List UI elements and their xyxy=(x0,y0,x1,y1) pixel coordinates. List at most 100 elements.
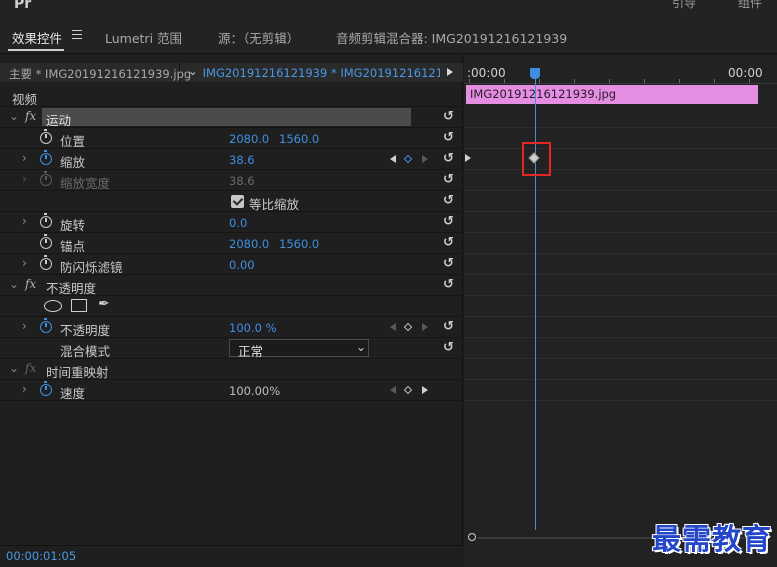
next-keyframe-icon[interactable] xyxy=(422,155,428,163)
motion-highlight-bar[interactable] xyxy=(42,108,411,126)
anchor-x-value[interactable]: 2080.0 xyxy=(229,237,269,251)
fx-icon[interactable]: fx xyxy=(25,277,36,291)
stopwatch-icon[interactable] xyxy=(40,234,52,249)
chevron-right-icon[interactable]: › xyxy=(22,382,27,396)
workspace-guide[interactable]: 引导 xyxy=(672,0,696,11)
add-keyframe-icon[interactable] xyxy=(403,385,413,395)
effect-opacity-row[interactable]: ⌄ fx 不透明度 ↺ xyxy=(0,275,463,296)
opacity-value[interactable]: 100.0 % xyxy=(229,321,277,335)
uniform-scale-label: 等比缩放 xyxy=(249,197,300,212)
chevron-right-icon: › xyxy=(22,172,27,186)
show-timeline-icon[interactable] xyxy=(447,68,453,76)
reset-icon[interactable]: ↺ xyxy=(443,151,454,166)
chevron-right-icon[interactable]: › xyxy=(22,151,27,165)
rectangle-mask-icon[interactable] xyxy=(71,299,87,312)
chevron-down-icon: ⌄ xyxy=(356,340,367,354)
ruler-tick xyxy=(574,79,575,83)
effect-motion-row[interactable]: ⌄ fx 运动 ↺ xyxy=(0,107,463,128)
add-keyframe-icon[interactable] xyxy=(403,154,413,164)
ellipse-mask-icon[interactable] xyxy=(44,300,62,312)
next-keyframe-icon[interactable] xyxy=(422,323,428,331)
reset-icon[interactable]: ↺ xyxy=(443,193,454,208)
property-opacity-row: › 不透明度 100.0 % ↺ xyxy=(0,317,463,338)
add-keyframe-icon[interactable] xyxy=(403,322,413,332)
timeline-row xyxy=(464,233,777,254)
top-strip: Pr 引导 组件 xyxy=(0,0,777,18)
stopwatch-icon[interactable] xyxy=(40,129,52,144)
reset-icon[interactable]: ↺ xyxy=(443,340,454,355)
anchor-y-value[interactable]: 1560.0 xyxy=(279,237,319,251)
stopwatch-active-icon[interactable] xyxy=(40,318,52,333)
current-timecode[interactable]: 00:00:01:05 xyxy=(6,549,76,563)
timeline-row xyxy=(464,170,777,191)
time-ruler[interactable]: :00:00 00:00 xyxy=(464,63,777,84)
property-position-row: 位置 2080.0 1560.0 ↺ xyxy=(0,128,463,149)
scale-value[interactable]: 38.6 xyxy=(229,153,255,167)
clip-bar[interactable]: IMG20191216121939.jpg xyxy=(466,85,758,104)
flicker-value[interactable]: 0.00 xyxy=(229,258,255,272)
zoom-handle[interactable] xyxy=(468,533,476,541)
chevron-right-icon[interactable]: › xyxy=(22,214,27,228)
stopwatch-icon[interactable] xyxy=(40,255,52,270)
position-y-value[interactable]: 1560.0 xyxy=(279,132,319,146)
tab-source[interactable]: 源：（无剪辑） xyxy=(218,28,299,47)
tab-audio-clip-mixer[interactable]: 音频剪辑混合器: IMG20191216121939 xyxy=(336,28,567,47)
reset-icon[interactable]: ↺ xyxy=(443,172,454,187)
effect-controls-panel: 主要 * IMG20191216121939.jpg IMG2019121612… xyxy=(0,55,463,545)
chevron-right-icon[interactable]: › xyxy=(22,256,27,270)
effect-time-remap-row[interactable]: ⌄ fx 时间重映射 xyxy=(0,359,463,380)
property-flicker-label: 防闪烁滤镜 xyxy=(60,260,123,275)
blend-mode-select[interactable]: 正常 ⌄ xyxy=(229,339,369,359)
reset-icon[interactable]: ↺ xyxy=(443,109,454,124)
ruler-start-timecode: :00:00 xyxy=(467,66,506,80)
app-logo: Pr xyxy=(14,0,32,12)
watermark: 最需教育 xyxy=(652,522,773,556)
property-opacity-label: 不透明度 xyxy=(60,323,111,338)
rotation-value[interactable]: 0.0 xyxy=(229,216,247,230)
panel-menu-icon[interactable] xyxy=(72,30,82,39)
timeline-row xyxy=(464,128,777,149)
prev-keyframe-icon[interactable] xyxy=(390,386,396,394)
chevron-right-icon[interactable]: › xyxy=(22,319,27,333)
blend-mode-value: 正常 xyxy=(238,344,264,359)
fx-icon[interactable]: fx xyxy=(25,109,36,123)
prev-keyframe-icon[interactable] xyxy=(390,155,396,163)
stopwatch-active-icon[interactable] xyxy=(40,381,52,396)
active-tab-underline xyxy=(8,49,64,51)
ruler-end-timecode: 00:00 xyxy=(728,66,763,80)
chevron-down-icon[interactable]: ⌄ xyxy=(9,109,19,123)
property-scale-width-row: › 缩放宽度 38.6 ↺ xyxy=(0,170,463,191)
reset-icon[interactable]: ↺ xyxy=(443,319,454,334)
reset-icon[interactable]: ↺ xyxy=(443,256,454,271)
sequence-clip-label[interactable]: IMG20191216121939 * IMG20191216121939... xyxy=(180,63,440,82)
chevron-down-icon[interactable]: ⌄ xyxy=(9,277,19,291)
position-x-value[interactable]: 2080.0 xyxy=(229,132,269,146)
pen-mask-icon[interactable]: ✒ xyxy=(98,296,110,312)
ruler-tick xyxy=(749,79,750,83)
tab-effect-controls[interactable]: 效果控件 xyxy=(12,28,62,47)
clip-header: 主要 * IMG20191216121939.jpg IMG2019121612… xyxy=(0,63,463,82)
reset-icon[interactable]: ↺ xyxy=(443,277,454,292)
timeline-scale-arrow-icon[interactable] xyxy=(465,154,471,162)
reset-icon[interactable]: ↺ xyxy=(443,235,454,250)
uniform-scale-checkbox[interactable] xyxy=(231,195,244,208)
property-speed-row: › 速度 100.00% xyxy=(0,380,463,401)
ruler-tick xyxy=(679,79,680,83)
property-blend-mode-row: 混合模式 正常 ⌄ ↺ xyxy=(0,338,463,359)
stopwatch-active-icon[interactable] xyxy=(40,150,52,165)
prev-keyframe-icon[interactable] xyxy=(390,323,396,331)
chevron-down-icon[interactable]: ⌄ xyxy=(9,361,19,375)
timeline-row xyxy=(464,191,777,212)
workspace-components[interactable]: 组件 xyxy=(738,0,762,11)
property-speed-label: 速度 xyxy=(60,386,86,401)
fx-icon: fx xyxy=(25,361,37,375)
panel-tab-bar: 效果控件 Lumetri 范围 源：（无剪辑） 音频剪辑混合器: IMG2019… xyxy=(0,18,777,54)
next-keyframe-icon[interactable] xyxy=(422,386,428,394)
reset-icon[interactable]: ↺ xyxy=(443,130,454,145)
tab-lumetri-scopes[interactable]: Lumetri 范围 xyxy=(105,28,182,47)
stopwatch-icon[interactable] xyxy=(40,213,52,228)
master-clip-label[interactable]: 主要 * IMG20191216121939.jpg xyxy=(0,63,191,82)
timeline-row xyxy=(464,338,777,359)
reset-icon[interactable]: ↺ xyxy=(443,214,454,229)
speed-value[interactable]: 100.00% xyxy=(229,384,280,398)
